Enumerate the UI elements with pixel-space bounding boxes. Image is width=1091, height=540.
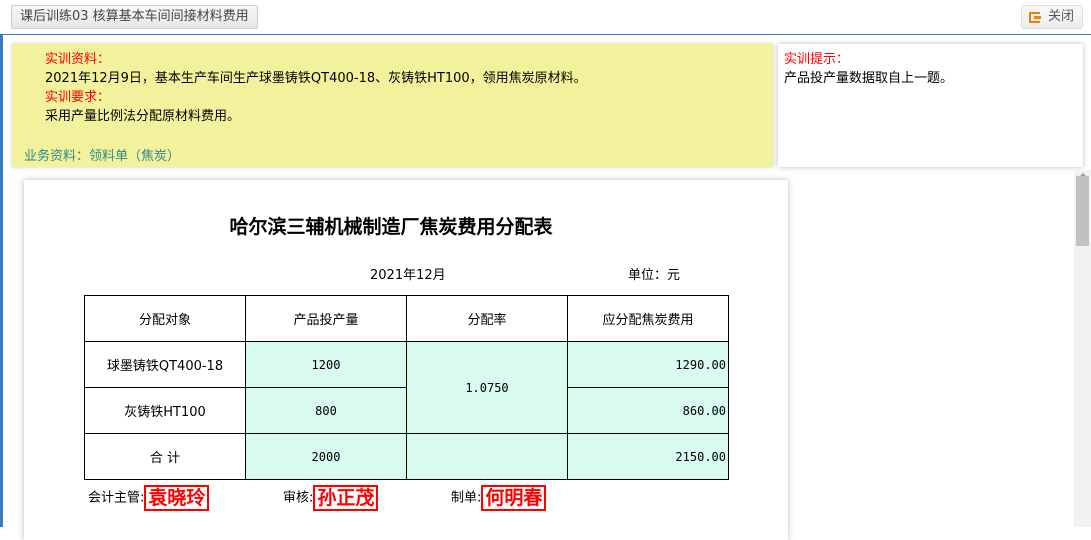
material-text: 2021年12月9日，基本生产车间生产球墨铸铁QT400-18、灰铸铁HT100… — [45, 71, 587, 86]
top-bar: 课后训练03 核算基本车间间接材料费用 关闭 — [0, 0, 1091, 35]
training-info-panel: 实训资料： 2021年12月9日，基本生产车间生产球墨铸铁QT400-18、灰铸… — [12, 44, 773, 167]
total-row: 合 计 2000 2150.00 — [84, 433, 729, 480]
cost-input[interactable]: 860.00 — [567, 387, 729, 434]
document-unit: 单位：元 — [628, 268, 681, 283]
signature-label: 审核: — [283, 490, 314, 506]
close-label: 关闭 — [1048, 9, 1075, 24]
name-stamp: 袁晓玲 — [144, 485, 210, 511]
total-rate-input[interactable] — [406, 433, 568, 480]
requirement-text: 采用产量比例法分配原材料费用。 — [45, 109, 241, 124]
document-paper: 哈尔滨三辅机械制造厂焦炭费用分配表 2021年12月 单位：元 分配对象 产品投… — [24, 180, 788, 540]
header-cell: 应分配焦炭费用 — [567, 295, 729, 342]
object-cell: 灰铸铁HT100 — [84, 387, 246, 434]
tab-title[interactable]: 课后训练03 核算基本车间间接材料费用 — [11, 5, 258, 29]
header-cell: 分配率 — [406, 295, 568, 342]
rate-input[interactable]: 1.0750 — [406, 341, 568, 434]
cost-input[interactable]: 1290.00 — [567, 341, 729, 388]
name-stamp: 孙正茂 — [313, 485, 379, 511]
signature-preparer: 制单: 何明春 — [451, 485, 547, 512]
qty-input[interactable]: 1200 — [245, 341, 407, 388]
total-label: 合 计 — [84, 433, 246, 480]
hint-label: 实训提示： — [784, 52, 850, 67]
requirement-label: 实训要求： — [45, 90, 111, 105]
total-qty-input[interactable]: 2000 — [245, 433, 407, 480]
object-cell: 球墨铸铁QT400-18 — [84, 341, 246, 388]
header-cell: 产品投产量 — [245, 295, 407, 342]
signature-reviewer: 审核: 孙正茂 — [283, 485, 379, 512]
hint-panel: 实训提示： 产品投产量数据取自上一题。 — [778, 44, 1083, 167]
signature-label: 会计主管: — [88, 490, 145, 506]
window-border — [0, 0, 3, 527]
table-row: 球墨铸铁QT400-18 1200 1.0750 1290.00 — [84, 341, 729, 434]
document-date: 2021年12月 — [370, 268, 446, 283]
name-stamp: 何明春 — [481, 485, 547, 511]
allocation-table: 分配对象 产品投产量 分配率 应分配焦炭费用 球墨铸铁QT400-18 1200… — [84, 295, 729, 480]
hint-text: 产品投产量数据取自上一题。 — [784, 71, 954, 86]
qty-input[interactable]: 800 — [245, 387, 407, 434]
exit-icon — [1029, 12, 1041, 23]
signature-supervisor: 会计主管: 袁晓玲 — [88, 485, 210, 512]
signature-label: 制单: — [451, 490, 482, 506]
material-label: 实训资料： — [45, 52, 111, 67]
document-title: 哈尔滨三辅机械制造厂焦炭费用分配表 — [229, 216, 553, 238]
header-cell: 分配对象 — [84, 295, 246, 342]
close-button[interactable]: 关闭 — [1021, 5, 1083, 29]
table-header: 分配对象 产品投产量 分配率 应分配焦炭费用 — [84, 295, 729, 342]
total-cost-input[interactable]: 2150.00 — [567, 433, 729, 480]
scrollbar[interactable] — [1074, 170, 1091, 527]
business-material-link[interactable]: 业务资料：领料单（焦炭） — [24, 147, 180, 166]
scrollbar-thumb[interactable] — [1076, 176, 1089, 246]
